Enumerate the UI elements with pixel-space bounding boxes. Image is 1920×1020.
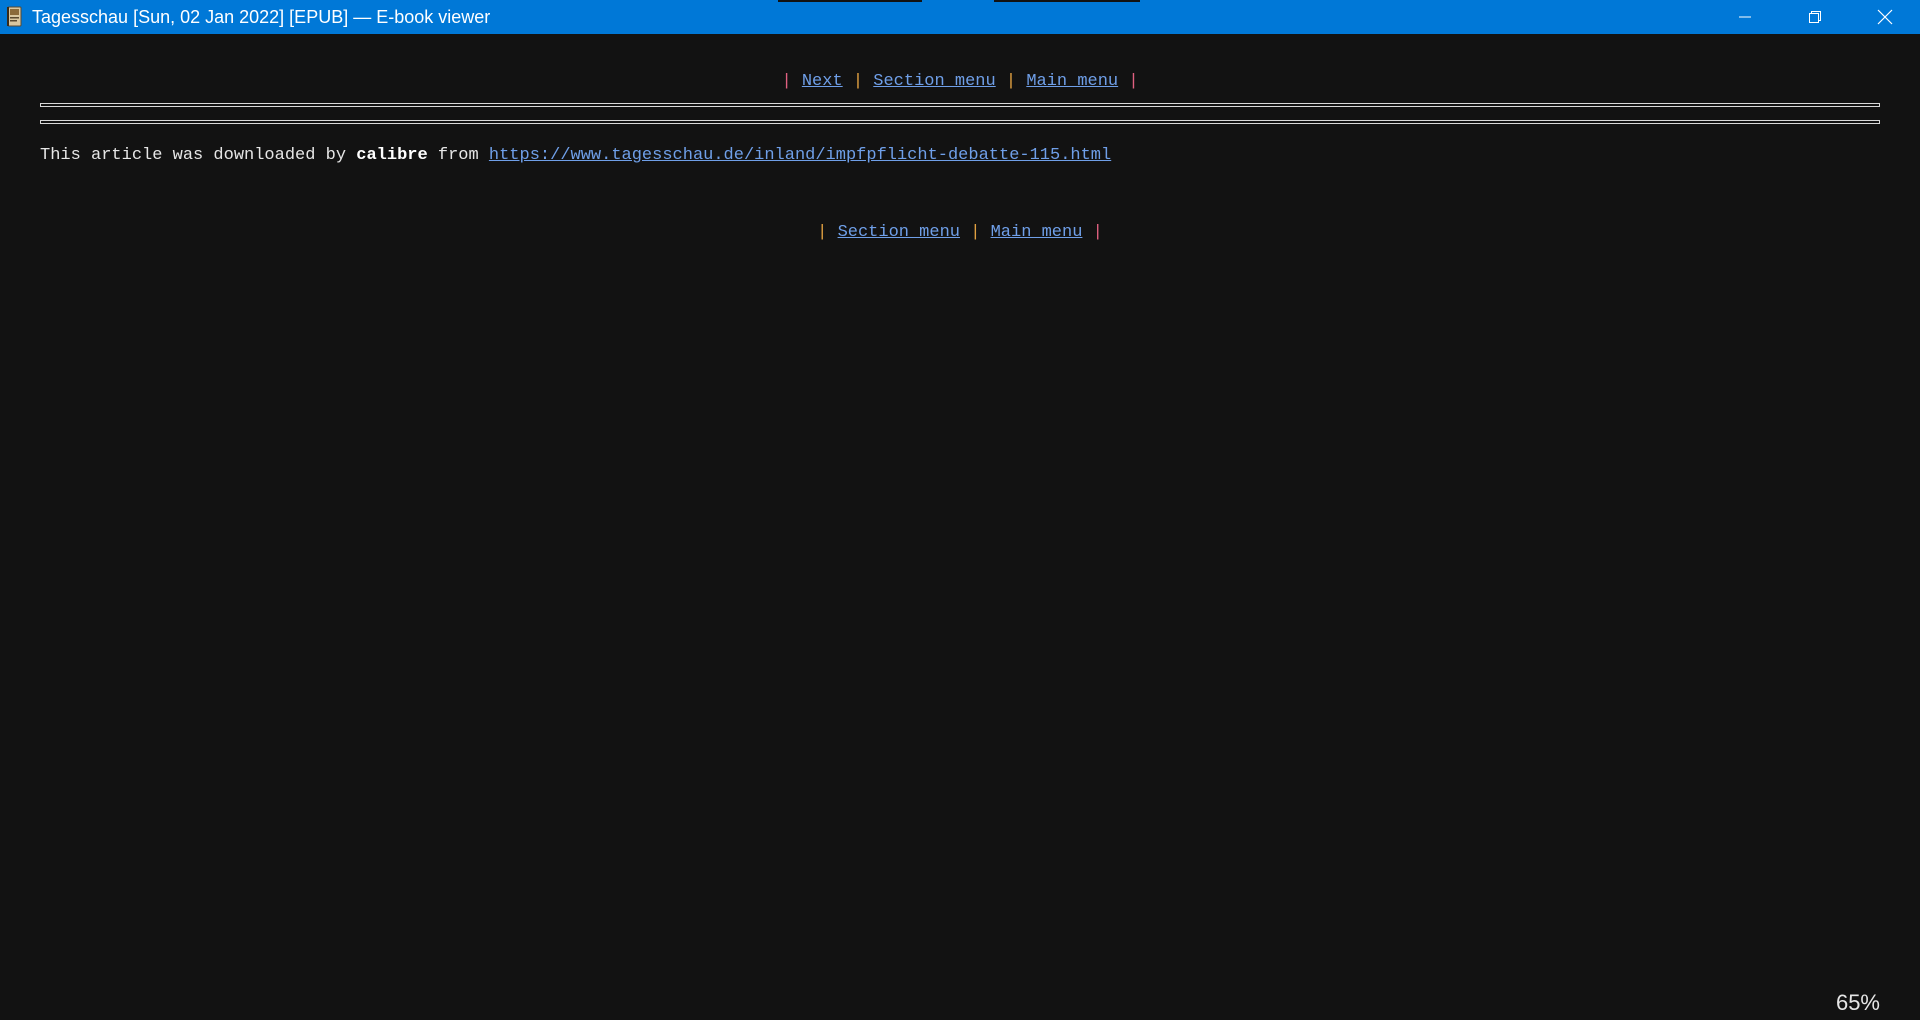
section-menu-link[interactable]: Section menu [838,223,960,242]
nav-separator: | [817,223,828,242]
zoom-level: 65% [1835,990,1880,1015]
main-menu-link[interactable]: Main menu [991,223,1083,242]
close-button[interactable] [1850,0,1920,34]
window-controls [1710,0,1920,34]
window-title: Tagesschau [Sun, 02 Jan 2022] [EPUB] — E… [32,6,491,27]
nav-separator: | [1005,72,1017,91]
title-bar[interactable]: Tagesschau [Sun, 02 Jan 2022] [EPUB] — E… [0,0,1920,34]
download-note: This article was downloaded by calibre f… [40,146,1111,165]
next-link[interactable]: Next [802,72,843,91]
download-note-prefix: This article was downloaded by [40,146,347,165]
titlebar-marker [778,0,922,2]
close-icon [1877,9,1893,25]
article-url-link[interactable]: https://www.tagesschau.de/inland/impfpfl… [489,146,1111,165]
nav-separator: | [1128,72,1139,91]
restore-icon [1809,11,1821,23]
book-page[interactable]: | Next | Section menu | Main menu | This… [40,34,1880,984]
main-menu-link[interactable]: Main menu [1026,72,1118,91]
nav-separator: | [781,72,792,91]
nav-separator: | [970,223,981,242]
horizontal-rule [40,103,1880,107]
nav-separator: | [852,72,864,91]
calibre-brand: calibre [356,146,428,165]
navigation-top: | Next | Section menu | Main menu | [40,72,1880,91]
book-icon [6,6,24,28]
nav-separator: | [1092,223,1103,242]
section-menu-link[interactable]: Section menu [873,72,995,91]
download-note-from: from [437,146,479,165]
minimize-icon [1739,16,1751,18]
restore-button[interactable] [1780,0,1850,34]
navigation-bottom: | Section menu | Main menu | [40,223,1880,242]
titlebar-marker [994,0,1140,2]
minimize-button[interactable] [1710,0,1780,34]
horizontal-rule [40,120,1880,124]
